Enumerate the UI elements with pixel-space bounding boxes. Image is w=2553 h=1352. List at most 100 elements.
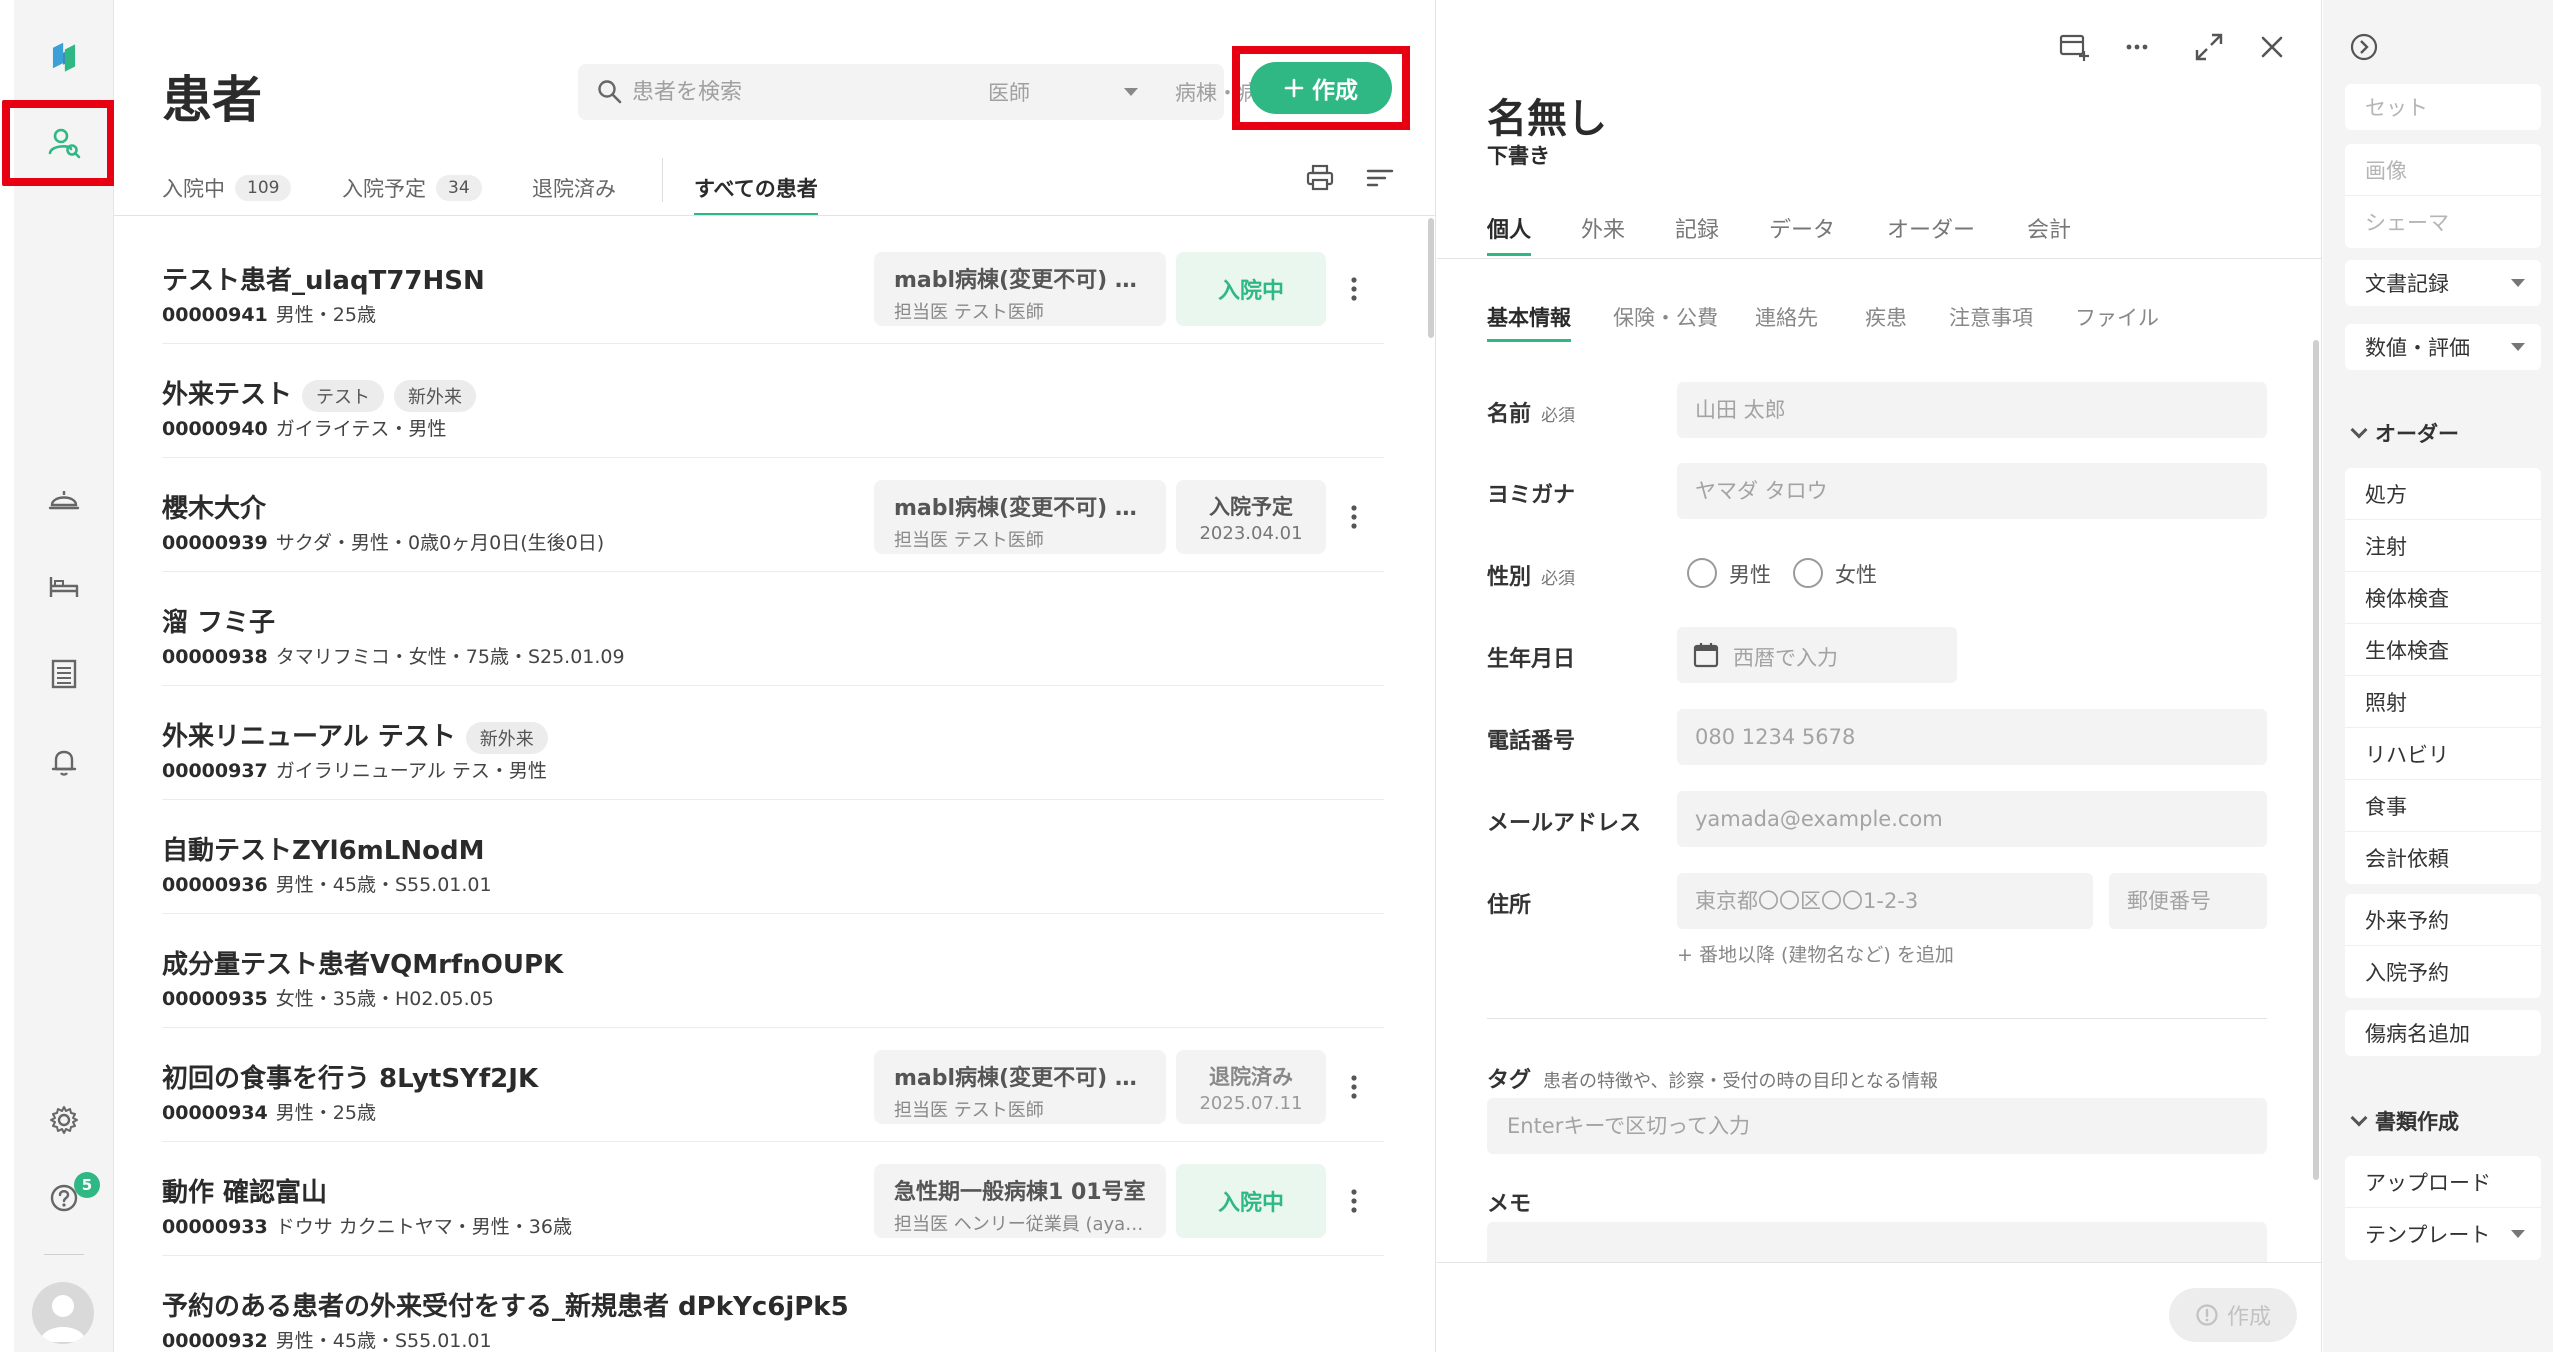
email-input[interactable] bbox=[1677, 791, 2267, 847]
patient-row[interactable]: 初回の食事を行う 8LytSYf2JK 00000934 男性・25歳 mabl病棟(… bbox=[162, 1030, 1384, 1142]
tab-divider bbox=[662, 158, 663, 202]
template-item[interactable]: テンプレート bbox=[2345, 1208, 2541, 1260]
sort-icon[interactable] bbox=[1364, 162, 1396, 194]
sidebar-order-item[interactable]: リハビリ bbox=[2345, 728, 2541, 780]
admission-reservation-item[interactable]: 入院予約 bbox=[2345, 946, 2541, 998]
subtab-contacts[interactable]: 連絡先 bbox=[1755, 292, 1818, 342]
sidebar-order-item[interactable]: 処方 bbox=[2345, 468, 2541, 520]
sidebar-order-item[interactable]: 会計依頼 bbox=[2345, 832, 2541, 884]
patient-id: 00000939 bbox=[162, 532, 268, 554]
kana-input[interactable] bbox=[1677, 463, 2267, 519]
patient-row[interactable]: 外来リニューアル テスト 新外来 00000937 ガイラリニューアル テス・男性 bbox=[162, 688, 1384, 800]
upload-item[interactable]: アップロード bbox=[2345, 1156, 2541, 1208]
address-input[interactable] bbox=[1677, 873, 2093, 929]
list-scrollbar[interactable] bbox=[1428, 218, 1434, 338]
tab-outpatient[interactable]: 外来 bbox=[1581, 200, 1625, 256]
rail-item-records[interactable] bbox=[14, 642, 114, 706]
patient-row[interactable]: 外来テスト テスト 新外来 00000940 ガイライテス・男性 bbox=[162, 346, 1384, 458]
schema-button[interactable]: シェーマ bbox=[2345, 196, 2541, 248]
memo-textarea[interactable] bbox=[1487, 1222, 2267, 1262]
name-input[interactable] bbox=[1677, 382, 2267, 438]
tab-personal[interactable]: 個人 bbox=[1487, 200, 1532, 256]
field-row-birthdate: 生年月日 西暦で入力 bbox=[1487, 627, 2267, 685]
create-patient-button[interactable]: 作成 bbox=[1250, 62, 1392, 114]
sidebar-order-item[interactable]: 照射 bbox=[2345, 676, 2541, 728]
rail-item-ward[interactable] bbox=[14, 554, 114, 618]
tab-admitted[interactable]: 入院中 109 bbox=[162, 160, 292, 216]
patient-name-title: 名無し bbox=[1487, 96, 1607, 142]
tab-billing[interactable]: 会計 bbox=[2027, 200, 2071, 256]
birthdate-input[interactable]: 西暦で入力 bbox=[1677, 627, 1957, 683]
patient-row[interactable]: 動作 確認富山 00000933 ドウサ カクニトヤマ・男性・36歳 急性期一般病棟1… bbox=[162, 1144, 1384, 1256]
subtab-insurance[interactable]: 保険・公費 bbox=[1613, 292, 1718, 342]
field-label: ヨミガナ bbox=[1487, 483, 1576, 508]
add-disease-button[interactable]: 傷病名追加 bbox=[2345, 1010, 2541, 1056]
chevron-right-circle-icon[interactable] bbox=[2347, 30, 2381, 64]
chevron-down-icon bbox=[2350, 1109, 2368, 1127]
doctor-filter-select[interactable]: 医師 bbox=[988, 64, 1138, 120]
close-icon[interactable] bbox=[2255, 30, 2289, 64]
add-window-icon[interactable] bbox=[2057, 30, 2091, 64]
values-dropdown[interactable]: 数値・評価 bbox=[2345, 324, 2541, 370]
set-button[interactable]: セット bbox=[2345, 84, 2541, 130]
tab-orders[interactable]: オーダー bbox=[1887, 200, 1975, 256]
more-vertical-icon[interactable] bbox=[1342, 1186, 1366, 1216]
field-row-email: メールアドレス bbox=[1487, 791, 2267, 849]
expand-icon[interactable] bbox=[2192, 30, 2226, 64]
more-vertical-icon[interactable] bbox=[1342, 274, 1366, 304]
rail-item-notifications[interactable] bbox=[14, 730, 114, 794]
patient-row[interactable]: 溜 フミ子 00000938 タマリフミコ・女性・75歳・S25.01.09 bbox=[162, 574, 1384, 686]
patient-row[interactable]: 成分量テスト患者VQMrfnOUPK 00000935 女性・35歳・H02.05.… bbox=[162, 916, 1384, 1028]
rail-item-patients[interactable] bbox=[2, 100, 115, 186]
rail-item-reception[interactable] bbox=[14, 466, 114, 530]
sidebar-order-item[interactable]: 食事 bbox=[2345, 780, 2541, 832]
detail-scrollbar[interactable] bbox=[2313, 340, 2319, 1180]
add-address-line-link[interactable]: + 番地以降 (建物名など) を追加 bbox=[1677, 940, 1954, 967]
patient-info: サクダ・男性・0歳0ヶ月0日(生後0日) bbox=[275, 532, 605, 554]
more-vertical-icon[interactable] bbox=[1342, 1072, 1366, 1102]
phone-input[interactable] bbox=[1677, 709, 2267, 765]
tag-input[interactable] bbox=[1487, 1098, 2267, 1154]
zip-input[interactable] bbox=[2109, 873, 2267, 929]
rail-item-settings[interactable] bbox=[14, 1088, 114, 1152]
sidebar-order-item[interactable]: 生体検査 bbox=[2345, 624, 2541, 676]
female-radio[interactable] bbox=[1793, 558, 1823, 588]
logo-icon bbox=[52, 42, 76, 72]
tab-discharged[interactable]: 退院済み bbox=[532, 160, 616, 216]
tab-records[interactable]: 記録 bbox=[1675, 200, 1719, 256]
user-avatar[interactable] bbox=[32, 1282, 94, 1344]
tab-data[interactable]: データ bbox=[1769, 200, 1835, 256]
subtab-files[interactable]: ファイル bbox=[2075, 292, 2159, 342]
left-rail: 5 bbox=[2, 0, 115, 1352]
subtab-cautions[interactable]: 注意事項 bbox=[1949, 292, 2033, 342]
sidebar-order-item[interactable]: 注射 bbox=[2345, 520, 2541, 572]
submit-create-button[interactable]: 作成 bbox=[2169, 1288, 2297, 1342]
calendar-icon bbox=[1693, 643, 1719, 668]
patient-row[interactable]: 予約のある患者の外来受付をする_新規患者 dPkYc6jPk5 00000932 男… bbox=[162, 1258, 1384, 1352]
app-logo[interactable] bbox=[14, 26, 114, 90]
subtab-basic-info[interactable]: 基本情報 bbox=[1465, 292, 1593, 342]
documents-section-toggle[interactable]: 書類作成 bbox=[2350, 1106, 2459, 1136]
patient-row[interactable]: 櫻木大介 00000939 サクダ・男性・0歳0ヶ月0日(生後0日) mabl病棟(変… bbox=[162, 460, 1384, 572]
patient-row[interactable]: 自動テストZYl6mLNodM 00000936 男性・45歳・S55.01.01 bbox=[162, 802, 1384, 914]
tab-all-patients[interactable]: すべての患者 bbox=[694, 160, 818, 216]
doc-record-dropdown[interactable]: 文書記録 bbox=[2345, 260, 2541, 306]
tab-scheduled[interactable]: 入院予定 34 bbox=[342, 160, 482, 216]
rail-item-help[interactable]: 5 bbox=[14, 1166, 114, 1230]
outpatient-reservation-item[interactable]: 外来予約 bbox=[2345, 894, 2541, 946]
alert-circle-icon bbox=[2196, 1304, 2218, 1326]
more-horizontal-icon[interactable] bbox=[2120, 30, 2154, 64]
subtab-diseases[interactable]: 疾患 bbox=[1865, 292, 1907, 342]
field-label: 住所 bbox=[1487, 893, 1532, 918]
male-radio[interactable] bbox=[1687, 558, 1717, 588]
orders-section-toggle[interactable]: オーダー bbox=[2350, 418, 2459, 448]
patient-info: タマリフミコ・女性・75歳・S25.01.09 bbox=[275, 646, 625, 668]
patient-search-input[interactable] bbox=[632, 64, 832, 120]
more-vertical-icon[interactable] bbox=[1342, 502, 1366, 532]
female-label: 女性 bbox=[1835, 563, 1877, 587]
sidebar-order-item[interactable]: 検体検査 bbox=[2345, 572, 2541, 624]
patient-row[interactable]: テスト患者_ulaqT77HSN 00000941 男性・25歳 mabl病棟(変更不… bbox=[162, 232, 1384, 344]
print-icon[interactable] bbox=[1304, 162, 1336, 194]
patient-tabs: 入院中 109 入院予定 34 退院済み すべての患者 bbox=[162, 160, 1435, 216]
image-button[interactable]: 画像 bbox=[2345, 144, 2541, 196]
